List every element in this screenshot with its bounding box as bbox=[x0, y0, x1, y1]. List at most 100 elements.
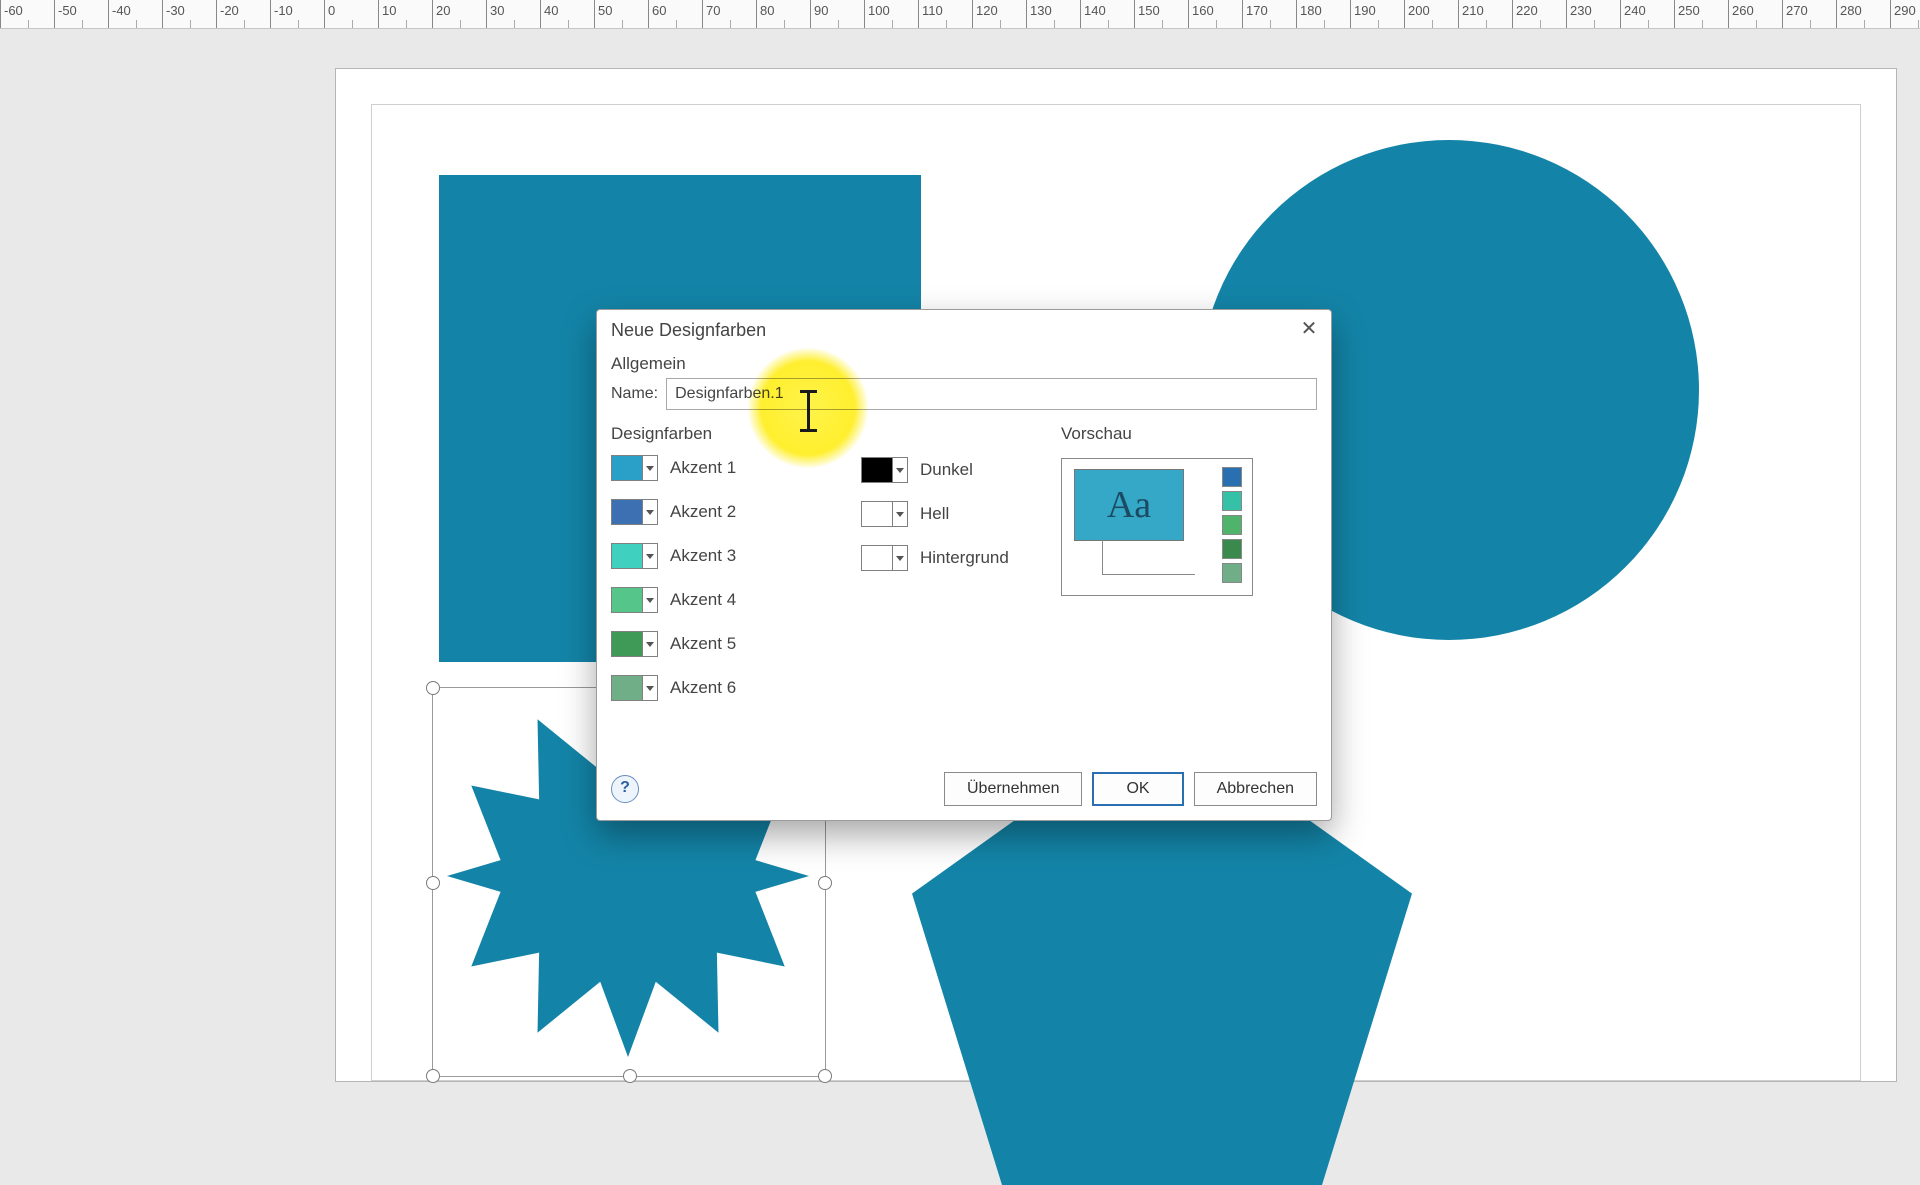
ruler-tick-label: 130 bbox=[1030, 3, 1052, 18]
ruler-tick: 230 bbox=[1566, 0, 1620, 28]
ruler-tick: 220 bbox=[1512, 0, 1566, 28]
preview-sample-text: Aa bbox=[1074, 469, 1184, 541]
ruler-tick-label: 60 bbox=[652, 3, 666, 18]
resize-handle[interactable] bbox=[426, 681, 440, 695]
color-swatch[interactable] bbox=[611, 675, 643, 701]
extra-row: Dunkel bbox=[861, 448, 1061, 492]
ruler-tick: -40 bbox=[108, 0, 162, 28]
ruler-tick: 200 bbox=[1404, 0, 1458, 28]
ruler-tick: 240 bbox=[1620, 0, 1674, 28]
preview-line-icon bbox=[1102, 540, 1195, 575]
swatch-label: Akzent 3 bbox=[670, 546, 736, 566]
ruler-tick: -50 bbox=[54, 0, 108, 28]
accent-row: Akzent 6 bbox=[611, 666, 861, 710]
color-swatch[interactable] bbox=[611, 499, 643, 525]
ruler-tick-label: 190 bbox=[1354, 3, 1376, 18]
ruler-tick-label: 30 bbox=[490, 3, 504, 18]
swatch-label: Akzent 1 bbox=[670, 458, 736, 478]
ruler-tick: 30 bbox=[486, 0, 540, 28]
close-icon[interactable]: ✕ bbox=[1295, 316, 1323, 344]
ruler-tick-label: -60 bbox=[4, 3, 23, 18]
swatch-label: Akzent 2 bbox=[670, 502, 736, 522]
ruler-tick: 130 bbox=[1026, 0, 1080, 28]
ruler-tick: 210 bbox=[1458, 0, 1512, 28]
ruler-tick-label: -30 bbox=[166, 3, 185, 18]
ruler-tick: 110 bbox=[918, 0, 972, 28]
ruler-tick-label: 80 bbox=[760, 3, 774, 18]
ruler-tick-label: 240 bbox=[1624, 3, 1646, 18]
color-swatch[interactable] bbox=[861, 457, 893, 483]
ruler-tick: 160 bbox=[1188, 0, 1242, 28]
accent-row: Akzent 2 bbox=[611, 490, 861, 534]
ruler-tick-label: 150 bbox=[1138, 3, 1160, 18]
preview-mini-swatch bbox=[1222, 467, 1242, 487]
ok-button[interactable]: OK bbox=[1092, 772, 1183, 806]
chevron-down-icon[interactable] bbox=[643, 587, 658, 613]
swatch-label: Akzent 5 bbox=[670, 634, 736, 654]
ruler-tick: 270 bbox=[1782, 0, 1836, 28]
ruler-tick-label: -10 bbox=[274, 3, 293, 18]
ruler-tick-label: 20 bbox=[436, 3, 450, 18]
swatch-label: Akzent 6 bbox=[670, 678, 736, 698]
chevron-down-icon[interactable] bbox=[893, 501, 908, 527]
extra-row: Hintergrund bbox=[861, 536, 1061, 580]
swatch-label: Akzent 4 bbox=[670, 590, 736, 610]
chevron-down-icon[interactable] bbox=[643, 675, 658, 701]
ruler-tick: 80 bbox=[756, 0, 810, 28]
ruler-tick-label: 270 bbox=[1786, 3, 1808, 18]
ruler-tick: 150 bbox=[1134, 0, 1188, 28]
chevron-down-icon[interactable] bbox=[893, 457, 908, 483]
preview-box: Aa bbox=[1061, 458, 1253, 596]
preview-mini-swatch bbox=[1222, 515, 1242, 535]
resize-handle[interactable] bbox=[818, 1069, 832, 1083]
color-swatch[interactable] bbox=[861, 501, 893, 527]
ruler-tick: 70 bbox=[702, 0, 756, 28]
ruler-tick-label: 230 bbox=[1570, 3, 1592, 18]
ruler-tick: 140 bbox=[1080, 0, 1134, 28]
cancel-button[interactable]: Abbrechen bbox=[1194, 772, 1317, 806]
color-swatch[interactable] bbox=[861, 545, 893, 571]
chevron-down-icon[interactable] bbox=[643, 455, 658, 481]
resize-handle[interactable] bbox=[426, 1069, 440, 1083]
resize-handle[interactable] bbox=[623, 1069, 637, 1083]
chevron-down-icon[interactable] bbox=[643, 631, 658, 657]
ruler-tick: 50 bbox=[594, 0, 648, 28]
chevron-down-icon[interactable] bbox=[643, 543, 658, 569]
ruler-tick-label: 280 bbox=[1840, 3, 1862, 18]
color-swatch[interactable] bbox=[611, 455, 643, 481]
preview-mini-swatch bbox=[1222, 539, 1242, 559]
color-swatch[interactable] bbox=[611, 587, 643, 613]
accent-row: Akzent 5 bbox=[611, 622, 861, 666]
resize-handle[interactable] bbox=[818, 876, 832, 890]
resize-handle[interactable] bbox=[426, 876, 440, 890]
ruler-tick: -10 bbox=[270, 0, 324, 28]
chevron-down-icon[interactable] bbox=[643, 499, 658, 525]
ruler-tick: 120 bbox=[972, 0, 1026, 28]
accent-row: Akzent 3 bbox=[611, 534, 861, 578]
name-input[interactable] bbox=[666, 378, 1317, 410]
ruler-tick: -20 bbox=[216, 0, 270, 28]
ruler-tick: 170 bbox=[1242, 0, 1296, 28]
apply-button[interactable]: Übernehmen bbox=[944, 772, 1083, 806]
ruler-tick-label: 50 bbox=[598, 3, 612, 18]
ruler-tick-label: 200 bbox=[1408, 3, 1430, 18]
dialog-title: Neue Designfarben ✕ bbox=[597, 310, 1331, 350]
ruler-tick: 60 bbox=[648, 0, 702, 28]
ruler-tick-label: 140 bbox=[1084, 3, 1106, 18]
ruler-tick: 20 bbox=[432, 0, 486, 28]
ruler-tick-label: 180 bbox=[1300, 3, 1322, 18]
color-swatch[interactable] bbox=[611, 631, 643, 657]
ruler-tick: 100 bbox=[864, 0, 918, 28]
ruler-tick-label: 0 bbox=[328, 3, 335, 18]
help-icon[interactable]: ? bbox=[611, 775, 639, 803]
ruler-tick: 10 bbox=[378, 0, 432, 28]
chevron-down-icon[interactable] bbox=[893, 545, 908, 571]
ruler-tick: -30 bbox=[162, 0, 216, 28]
ruler-tick-label: 260 bbox=[1732, 3, 1754, 18]
ruler-tick-label: 110 bbox=[922, 3, 943, 18]
horizontal-ruler: -60-50-40-30-20-100102030405060708090100… bbox=[0, 0, 1920, 29]
name-field-label: Name: bbox=[611, 385, 658, 403]
color-swatch[interactable] bbox=[611, 543, 643, 569]
ruler-tick-label: 210 bbox=[1462, 3, 1484, 18]
ruler-tick-label: 90 bbox=[814, 3, 828, 18]
